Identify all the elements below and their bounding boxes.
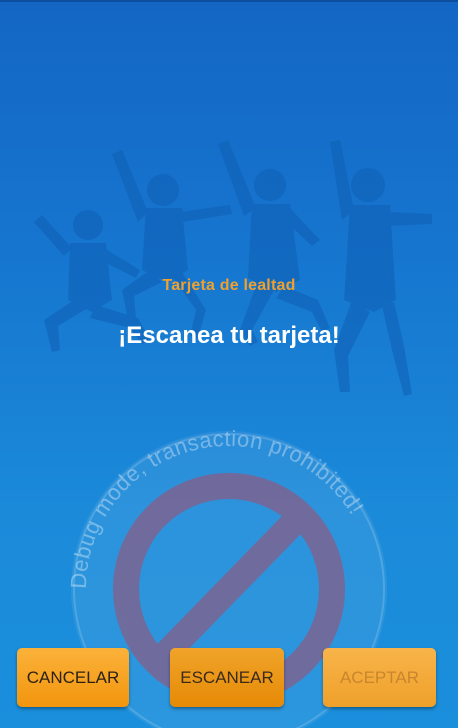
debug-watermark: Debug mode, transaction prohibited! [66, 426, 387, 728]
loyalty-card-scan-screen: Tarjeta de lealtad ¡Escanea tu tarjeta! … [0, 0, 458, 728]
accept-button[interactable]: ACEPTAR [323, 648, 436, 707]
cancel-button[interactable]: CANCELAR [17, 648, 129, 707]
scan-button[interactable]: ESCANEAR [170, 648, 284, 707]
